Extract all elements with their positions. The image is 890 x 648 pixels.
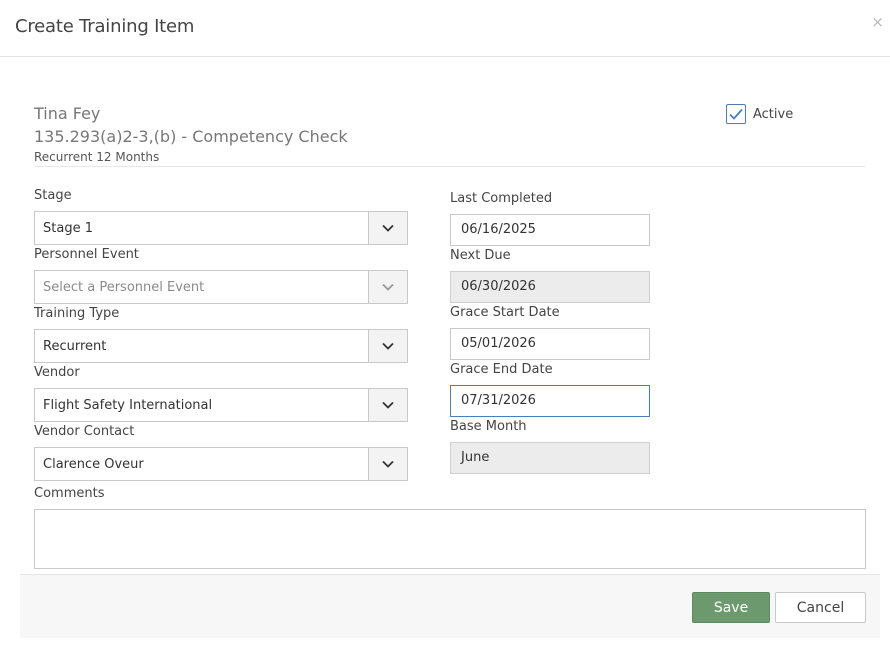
personnel-event-label: Personnel Event <box>34 247 139 262</box>
base-month-label: Base Month <box>450 419 527 434</box>
personnel-event-select[interactable]: Select a Personnel Event <box>34 270 408 304</box>
vendor-contact-label: Vendor Contact <box>34 424 135 439</box>
dialog-title: Create Training Item <box>15 16 195 37</box>
training-type-value: Recurrent <box>43 338 107 354</box>
base-month-field: June <box>450 442 650 474</box>
training-item-name: 135.293(a)2-3,(b) - Competency Check <box>34 127 348 146</box>
person-name: Tina Fey <box>34 104 101 123</box>
training-type-label: Training Type <box>34 306 120 321</box>
chevron-down-icon[interactable] <box>368 330 407 362</box>
vendor-value: Flight Safety International <box>43 397 213 413</box>
stage-select[interactable]: Stage 1 <box>34 211 408 245</box>
vendor-contact-value: Clarence Oveur <box>43 456 144 472</box>
last-completed-input[interactable]: 06/16/2025 <box>450 214 650 246</box>
close-icon[interactable]: × <box>871 13 884 31</box>
active-checkbox[interactable]: Active <box>726 104 793 124</box>
vendor-select[interactable]: Flight Safety International <box>34 388 408 422</box>
chevron-down-icon[interactable] <box>368 212 407 244</box>
training-type-select[interactable]: Recurrent <box>34 329 408 363</box>
chevron-down-icon[interactable] <box>368 448 407 480</box>
personnel-event-placeholder: Select a Personnel Event <box>43 279 205 295</box>
chevron-down-icon[interactable] <box>368 389 407 421</box>
cancel-button[interactable]: Cancel <box>775 592 866 623</box>
last-completed-label: Last Completed <box>450 191 553 206</box>
next-due-field: 06/30/2026 <box>450 271 650 303</box>
grace-start-input[interactable]: 05/01/2026 <box>450 328 650 360</box>
grace-end-label: Grace End Date <box>450 362 553 377</box>
next-due-label: Next Due <box>450 248 511 263</box>
vendor-label: Vendor <box>34 365 80 380</box>
vendor-contact-select[interactable]: Clarence Oveur <box>34 447 408 481</box>
save-button[interactable]: Save <box>692 592 770 623</box>
grace-end-input[interactable]: 07/31/2026 <box>450 385 650 417</box>
checkmark-icon[interactable] <box>726 104 746 124</box>
comments-textarea[interactable] <box>34 509 866 569</box>
recurrence-text: Recurrent 12 Months <box>34 150 160 164</box>
active-label: Active <box>753 106 794 122</box>
dialog-header: Create Training Item × <box>0 0 890 57</box>
chevron-down-icon[interactable] <box>368 271 407 303</box>
stage-label: Stage <box>34 188 72 203</box>
stage-value: Stage 1 <box>43 220 93 236</box>
divider <box>34 166 866 167</box>
grace-start-label: Grace Start Date <box>450 305 560 320</box>
comments-label: Comments <box>34 486 105 501</box>
